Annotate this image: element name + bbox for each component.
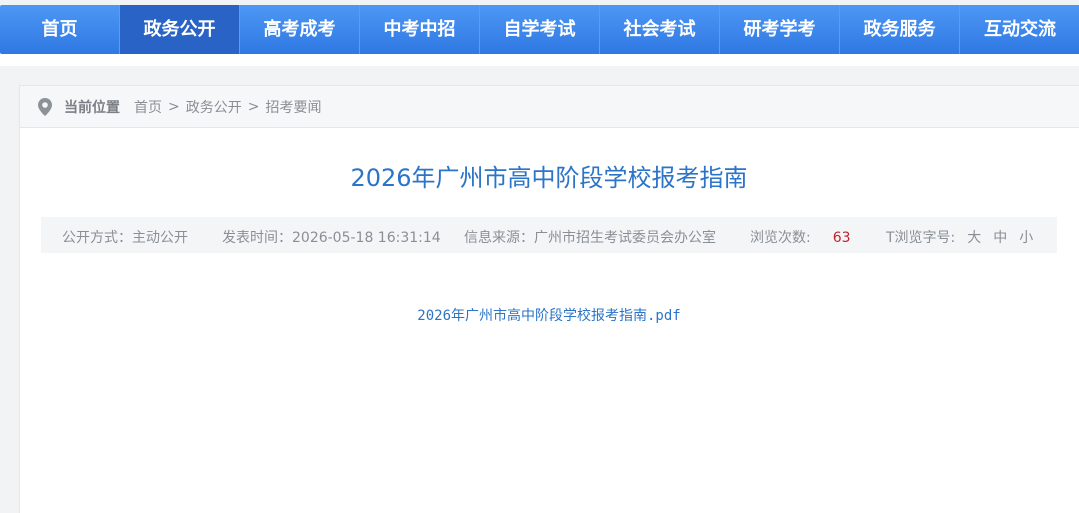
breadcrumb-news-link[interactable]: 招考要闻	[265, 97, 321, 117]
breadcrumb-home-link[interactable]: 首页	[134, 97, 162, 117]
breadcrumb: 当前位置 首页 > 政务公开 > 招考要闻	[20, 86, 1079, 128]
attachment-pdf-link[interactable]: 2026年广州市高中阶段学校报考指南.pdf	[20, 305, 1078, 325]
article-meta-bar: 公开方式：主动公开 发表时间：2026-05-18 16:31:14 信息来源：…	[41, 217, 1057, 253]
breadcrumb-separator: >	[247, 98, 260, 115]
nav-item-interaction[interactable]: 互动交流	[960, 5, 1079, 54]
font-size-large-button[interactable]: 大	[967, 230, 981, 246]
nav-item-government-services[interactable]: 政务服务	[840, 5, 960, 54]
font-size-medium-button[interactable]: 中	[993, 230, 1007, 246]
nav-item-zhongkao[interactable]: 中考中招	[360, 5, 480, 54]
source-label: 信息来源：	[464, 230, 534, 246]
main-nav: 首页 政务公开 高考成考 中考中招 自学考试 社会考试 研考学考 政务服务 互动…	[0, 5, 1079, 54]
disclosure-meta: 公开方式：主动公开	[62, 227, 188, 247]
source-meta: 信息来源：广州市招生考试委员会办公室	[464, 227, 716, 247]
font-size-meta: T浏览字号: 大中小	[886, 227, 1033, 247]
views-count: 63	[832, 230, 851, 246]
nav-item-self-study-exam[interactable]: 自学考试	[480, 5, 600, 54]
font-size-small-button[interactable]: 小	[1019, 230, 1033, 246]
published-value: 2026-05-18 16:31:14	[292, 230, 441, 246]
breadcrumb-government-affairs-link[interactable]: 政务公开	[186, 97, 242, 117]
font-size-label: T浏览字号:	[886, 230, 956, 246]
views-meta: 浏览次数: 63	[750, 227, 851, 247]
disclosure-value: 主动公开	[132, 230, 188, 246]
location-pin-icon	[38, 97, 52, 116]
breadcrumb-label: 当前位置	[64, 99, 120, 116]
nav-item-government-affairs[interactable]: 政务公开	[120, 5, 240, 54]
nav-item-social-exam[interactable]: 社会考试	[600, 5, 720, 54]
nav-gap-strip	[0, 54, 1079, 66]
views-label: 浏览次数:	[750, 230, 811, 246]
nav-item-gaokao[interactable]: 高考成考	[240, 5, 360, 54]
published-meta: 发表时间：2026-05-18 16:31:14	[222, 227, 441, 247]
nav-item-graduate-exam[interactable]: 研考学考	[720, 5, 840, 54]
article-panel: 当前位置 首页 > 政务公开 > 招考要闻 2026年广州市高中阶段学校报考指南…	[19, 85, 1079, 513]
source-value: 广州市招生考试委员会办公室	[534, 230, 716, 246]
disclosure-label: 公开方式：	[62, 230, 132, 246]
page-title: 2026年广州市高中阶段学校报考指南	[350, 164, 748, 192]
breadcrumb-separator: >	[168, 98, 180, 115]
nav-item-home[interactable]: 首页	[0, 5, 120, 54]
published-label: 发表时间：	[222, 230, 292, 246]
